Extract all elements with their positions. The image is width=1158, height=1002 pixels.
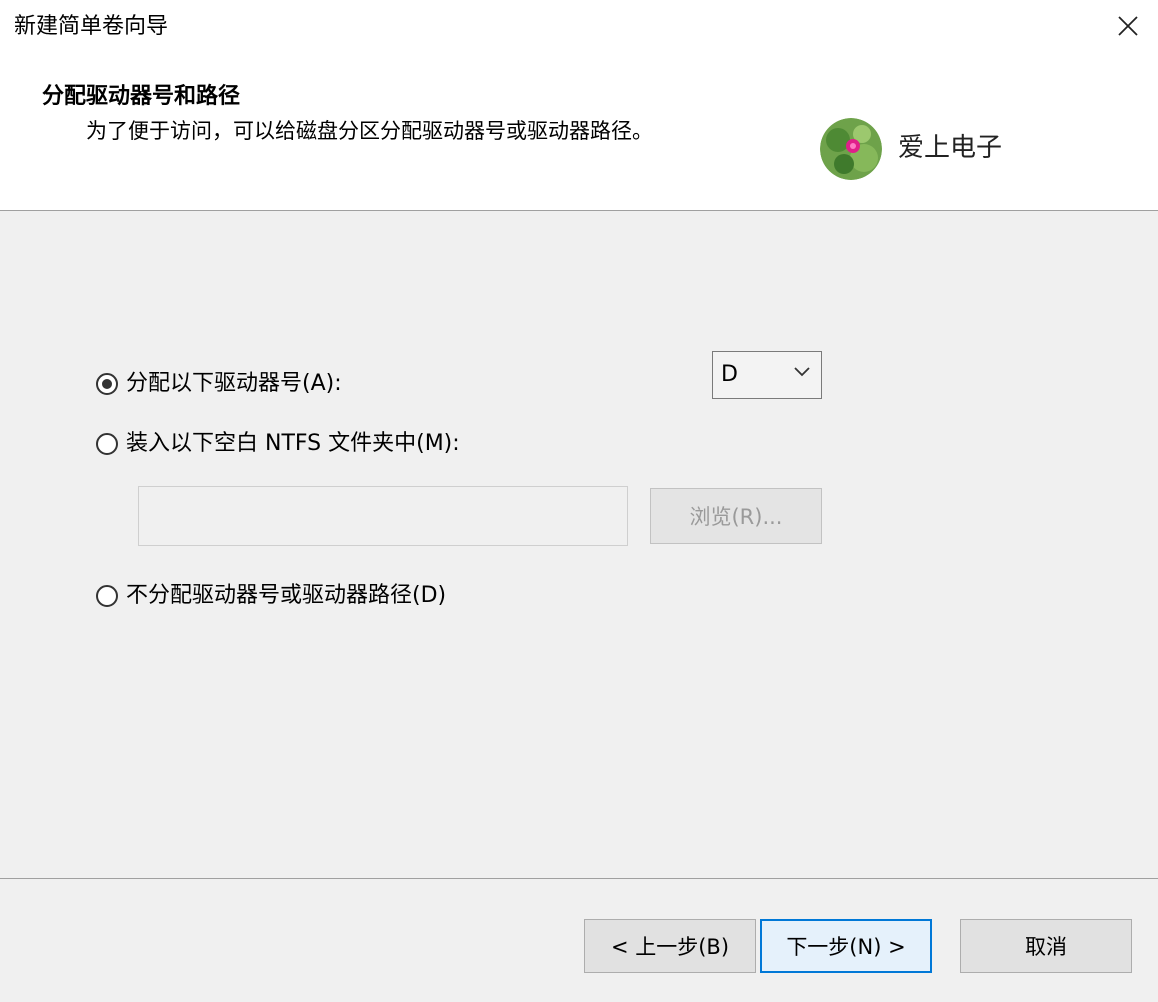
folder-path-input[interactable] (138, 486, 628, 546)
content-area: 分配以下驱动器号(A): D 装入以下空白 NTFS 文件夹中(M): 浏览(R… (0, 211, 1158, 878)
page-title: 分配驱动器号和路径 (42, 84, 241, 109)
radio-no-assign[interactable] (96, 585, 118, 607)
radio-selected-dot (102, 379, 112, 389)
avatar-flower-image (820, 118, 882, 180)
browse-button[interactable]: 浏览(R)... (650, 488, 822, 544)
option-assign-letter-label: 分配以下驱动器号(A): (126, 371, 342, 396)
radio-assign-letter[interactable] (96, 373, 118, 395)
next-button[interactable]: 下一步(N) > (760, 919, 932, 973)
radio-mount-folder[interactable] (96, 433, 118, 455)
title-bar: 新建简单卷向导 (0, 0, 1158, 56)
cancel-button[interactable]: 取消 (960, 919, 1132, 973)
window-title: 新建简单卷向导 (14, 14, 169, 39)
drive-letter-select[interactable]: D (712, 351, 822, 399)
close-icon (1118, 16, 1138, 36)
close-button[interactable] (1098, 0, 1158, 52)
wizard-footer: < 上一步(B) 下一步(N) > 取消 (0, 879, 1158, 1002)
drive-letter-value: D (721, 362, 738, 387)
wizard-header: 分配驱动器号和路径 为了便于访问，可以给磁盘分区分配驱动器号或驱动器路径。 爱上… (0, 56, 1158, 210)
option-no-assign[interactable]: 不分配驱动器号或驱动器路径(D) (96, 581, 446, 611)
brand-watermark: 爱上电子 (898, 133, 1003, 163)
chevron-down-icon (794, 367, 810, 377)
page-subtitle: 为了便于访问，可以给磁盘分区分配驱动器号或驱动器路径。 (86, 119, 653, 143)
option-mount-folder[interactable]: 装入以下空白 NTFS 文件夹中(M): (96, 429, 460, 459)
option-assign-letter[interactable]: 分配以下驱动器号(A): (96, 369, 342, 399)
avatar (820, 118, 882, 180)
back-button[interactable]: < 上一步(B) (584, 919, 756, 973)
option-mount-folder-label: 装入以下空白 NTFS 文件夹中(M): (126, 431, 460, 456)
option-no-assign-label: 不分配驱动器号或驱动器路径(D) (126, 583, 447, 608)
